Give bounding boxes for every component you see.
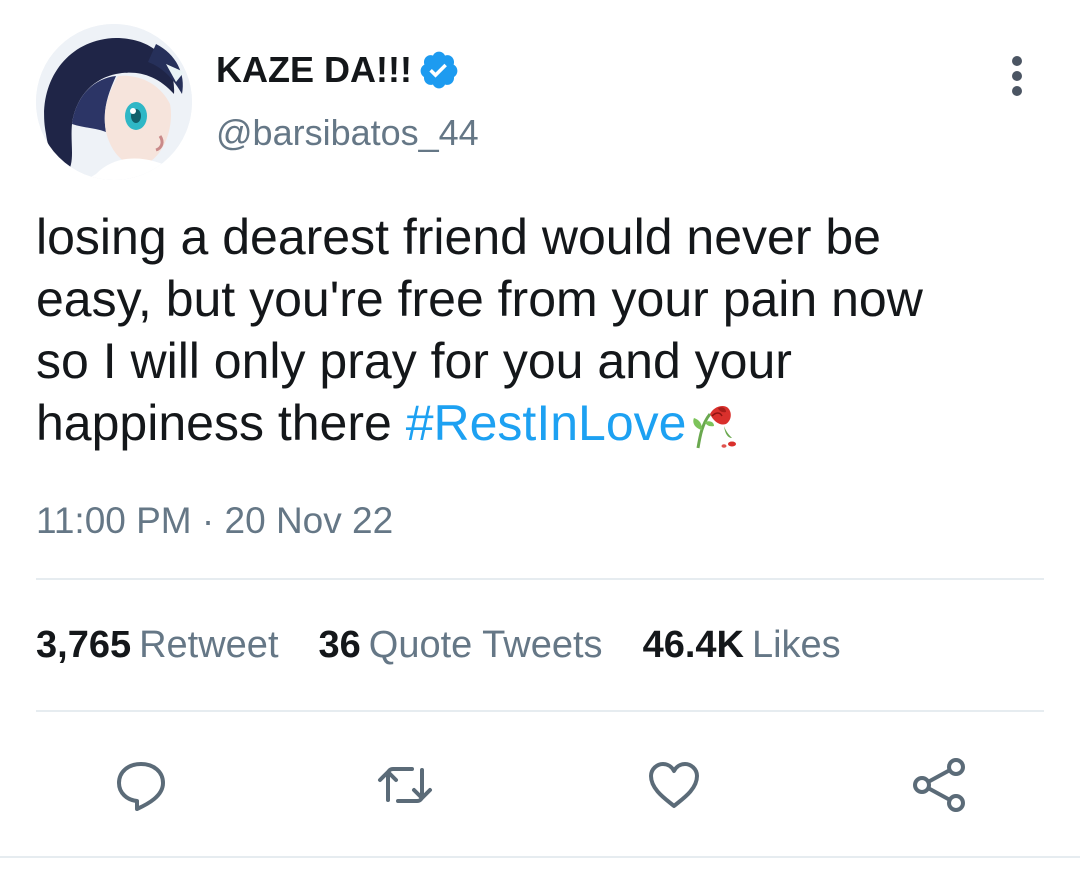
- share-button[interactable]: [910, 756, 968, 814]
- quote-tweets-count: 36: [318, 624, 361, 666]
- divider: [0, 856, 1080, 858]
- avatar-image: [36, 24, 192, 180]
- reply-button[interactable]: [112, 756, 170, 814]
- retweets-label: Retweet: [139, 624, 279, 666]
- quote-tweets-stat[interactable]: 36 Quote Tweets: [319, 624, 603, 667]
- like-button[interactable]: [645, 756, 703, 814]
- verified-badge-icon: [418, 49, 460, 91]
- retweet-button[interactable]: [376, 756, 434, 814]
- divider: [36, 578, 1044, 580]
- retweet-icon: [378, 767, 432, 803]
- divider: [36, 710, 1044, 712]
- share-icon: [913, 758, 965, 812]
- user-handle[interactable]: @barsibatos_44: [216, 112, 479, 154]
- likes-count: 46.4K: [642, 624, 744, 666]
- avatar[interactable]: [36, 24, 192, 180]
- display-name-row[interactable]: KAZE DA!!!: [216, 48, 460, 92]
- tweet-text: losing a dearest friend would never be e…: [36, 206, 1046, 454]
- wilted-rose-icon: [688, 394, 740, 450]
- tweet-detail: KAZE DA!!! @barsibatos_44 losing a deare…: [0, 0, 1080, 876]
- tweet-text-line: so I will only pray for you and your: [36, 333, 792, 389]
- display-name[interactable]: KAZE DA!!!: [216, 49, 412, 91]
- reply-icon: [117, 762, 165, 811]
- more-options-icon[interactable]: [1002, 54, 1032, 98]
- retweets-count: 3,765: [36, 624, 132, 666]
- tweet-text-line: losing a dearest friend would never be: [36, 209, 881, 265]
- like-icon: [649, 762, 699, 808]
- engagement-stats: 3,765 Retweet 36 Quote Tweets 46.4K Likes: [36, 624, 881, 667]
- tweet-text-line: easy, but you're free from your pain now: [36, 271, 923, 327]
- quote-tweets-label: Quote Tweets: [368, 624, 603, 666]
- likes-label: Likes: [751, 624, 841, 666]
- hashtag-link[interactable]: #RestInLove: [406, 395, 687, 451]
- likes-stat[interactable]: 46.4K Likes: [643, 624, 841, 667]
- tweet-text-line: happiness there: [36, 395, 406, 451]
- tweet-timestamp[interactable]: 11:00 PM · 20 Nov 22: [36, 500, 393, 542]
- retweets-stat[interactable]: 3,765 Retweet: [36, 624, 279, 667]
